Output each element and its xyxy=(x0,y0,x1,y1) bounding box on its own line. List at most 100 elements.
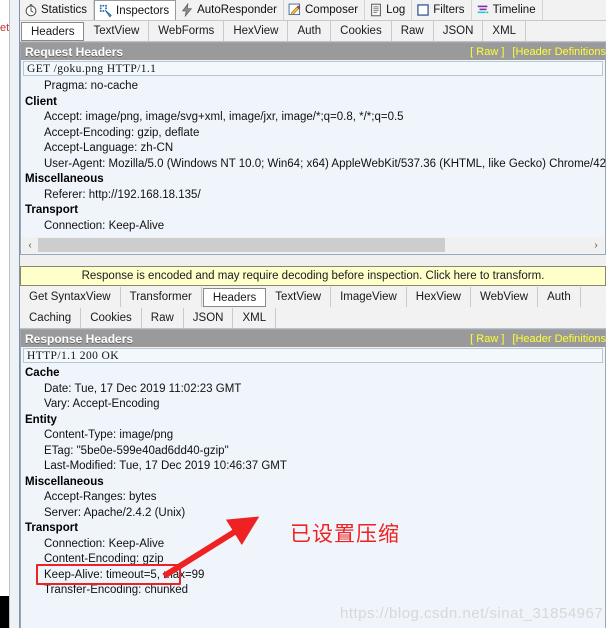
response-tab-webview[interactable]: WebView xyxy=(471,287,539,307)
response-tab-cookies[interactable]: Cookies xyxy=(81,308,142,328)
tab-label: Headers xyxy=(212,291,257,304)
header-row[interactable]: Content-Type: image/png xyxy=(25,428,605,444)
request-tab-raw[interactable]: Raw xyxy=(392,21,434,41)
request-headers-panel-wrap: Request Headers [ Raw ] [Header Definiti… xyxy=(20,42,606,255)
response-tab-textview[interactable]: TextView xyxy=(266,287,332,307)
response-inspector-tabs-row2: Caching Cookies Raw JSON XML xyxy=(20,308,606,329)
header-row[interactable]: Accept-Language: zh-CN xyxy=(25,141,605,157)
header-group-transport: Transport xyxy=(25,522,79,534)
header-row[interactable]: Connection: Keep-Alive xyxy=(25,219,605,235)
request-tab-webforms[interactable]: WebForms xyxy=(149,21,225,41)
response-headers-title-bar: Response Headers [ Raw ] [Header Definit… xyxy=(21,330,606,347)
request-tab-xml[interactable]: XML xyxy=(483,21,527,41)
toolbar-label-filters: Filters xyxy=(433,4,465,16)
header-row-content-encoding[interactable]: Content-Encoding: gzip xyxy=(25,552,605,568)
response-tab-caching[interactable]: Caching xyxy=(20,308,82,328)
request-tab-cookies[interactable]: Cookies xyxy=(331,21,392,41)
response-tab-imageview[interactable]: ImageView xyxy=(331,287,407,307)
request-headers-title-bar: Request Headers [ Raw ] [Header Definiti… xyxy=(21,43,606,60)
header-row[interactable]: Last-Modified: Tue, 17 Dec 2019 10:46:37… xyxy=(25,459,605,475)
request-tab-json[interactable]: JSON xyxy=(434,21,484,41)
request-inspector-tabs: Headers TextView WebForms HexView Auth C… xyxy=(20,21,606,42)
tab-label: HexView xyxy=(415,291,461,303)
response-inspector-tabs-row1: Get SyntaxView Transformer Headers TextV… xyxy=(20,287,606,307)
request-tab-headers[interactable]: Headers xyxy=(21,22,85,41)
tab-label: Headers xyxy=(31,25,75,38)
toolbar-item-filters[interactable]: Filters xyxy=(412,0,472,20)
toolbar-label-log: Log xyxy=(386,4,406,16)
request-tab-hexview[interactable]: HexView xyxy=(224,21,289,41)
scroll-left-arrow-icon[interactable]: ‹ xyxy=(22,237,38,253)
toolbar-label-inspectors: Inspectors xyxy=(116,4,170,17)
header-row[interactable]: Server: Apache/2.4.2 (Unix) xyxy=(25,506,605,522)
toolbar-item-inspectors[interactable]: Inspectors xyxy=(94,0,177,20)
decode-notice-bar[interactable]: Response is encoded and may require deco… xyxy=(20,266,606,286)
header-row[interactable]: Transfer-Encoding: chunked xyxy=(25,583,605,599)
header-group-cache: Cache xyxy=(25,367,60,379)
response-tabs-row1-filler xyxy=(581,287,606,307)
toolbar-label-autoresponder: AutoResponder xyxy=(197,4,277,16)
header-row[interactable]: User-Agent: Mozilla/5.0 (Windows NT 10.0… xyxy=(25,157,606,173)
tab-label: JSON xyxy=(442,25,474,37)
request-tab-auth[interactable]: Auth xyxy=(288,21,332,41)
tab-label: TextView xyxy=(275,291,322,303)
header-row[interactable]: ETag: "5be0e-599e40ad6dd40-gzip" xyxy=(25,444,605,460)
toolbar-item-statistics[interactable]: Statistics xyxy=(20,0,95,20)
tab-label: Cookies xyxy=(340,25,382,37)
response-header-definitions-link[interactable]: [Header Definitions] xyxy=(512,333,606,345)
tab-label: Get SyntaxView xyxy=(29,291,111,303)
header-row[interactable]: Referer: http://192.168.18.135/ xyxy=(25,188,605,204)
tab-label: JSON xyxy=(192,312,224,324)
header-group-miscellaneous: Miscellaneous xyxy=(25,173,104,185)
response-tab-raw[interactable]: Raw xyxy=(142,308,184,328)
response-raw-link[interactable]: [ Raw ] xyxy=(470,333,504,345)
header-row[interactable]: Connection: Keep-Alive xyxy=(25,537,605,553)
toolbar-label-composer: Composer xyxy=(305,4,359,16)
request-header-definitions-link[interactable]: [Header Definitions] xyxy=(512,46,606,58)
tab-label: HexView xyxy=(233,25,279,37)
response-header-list: Cache Date: Tue, 17 Dec 2019 11:02:23 GM… xyxy=(21,363,605,599)
header-group-entity: Entity xyxy=(25,413,57,426)
response-tab-auth[interactable]: Auth xyxy=(538,287,581,307)
response-tab-json[interactable]: JSON xyxy=(184,308,234,328)
tab-label: Cookies xyxy=(90,312,132,324)
toolbar-item-log[interactable]: Log xyxy=(365,0,413,20)
response-tab-xml[interactable]: XML xyxy=(233,308,277,328)
request-tab-textview[interactable]: TextView xyxy=(84,21,150,41)
request-horizontal-scrollbar[interactable]: ‹ › xyxy=(22,237,604,253)
toolbar-label-statistics: Statistics xyxy=(41,4,88,16)
tab-label: WebView xyxy=(479,291,529,303)
header-row[interactable]: Pragma: no-cache xyxy=(25,79,605,95)
scroll-thumb[interactable] xyxy=(38,238,445,252)
response-status-line: HTTP/1.1 200 OK xyxy=(23,348,603,363)
response-headers-title: Response Headers xyxy=(25,331,134,346)
toolbar-item-composer[interactable]: Composer xyxy=(284,0,366,20)
header-row[interactable]: Date: Tue, 17 Dec 2019 11:02:23 GMT xyxy=(25,382,605,398)
main-toolbar: Statistics Inspectors AutoResponder Comp… xyxy=(20,0,606,21)
response-tab-hexview[interactable]: HexView xyxy=(407,287,471,307)
header-row[interactable]: Keep-Alive: timeout=5, max=99 xyxy=(25,568,605,584)
toolbar-item-timeline[interactable]: Timeline xyxy=(472,0,543,20)
vertical-splitter[interactable] xyxy=(9,0,20,634)
header-group-client: Client xyxy=(25,95,57,108)
toolbar-item-autoresponder[interactable]: AutoResponder xyxy=(176,0,284,20)
log-document-icon xyxy=(369,3,383,17)
header-row[interactable]: Accept-Encoding: gzip, deflate xyxy=(25,126,605,142)
request-raw-link[interactable]: [ Raw ] xyxy=(470,46,504,58)
scroll-track[interactable] xyxy=(38,237,588,253)
scroll-right-arrow-icon[interactable]: › xyxy=(588,237,604,253)
timeline-bars-icon xyxy=(476,3,490,17)
response-tab-headers[interactable]: Headers xyxy=(202,288,267,307)
tab-label: TextView xyxy=(93,25,140,37)
request-tabs-filler xyxy=(526,21,606,41)
header-row[interactable]: Accept-Ranges: bytes xyxy=(25,490,605,506)
window-bottom-edge xyxy=(0,628,606,634)
header-row[interactable]: Vary: Accept-Encoding xyxy=(25,397,605,413)
header-row[interactable]: Accept: image/png, image/svg+xml, image/… xyxy=(25,110,605,126)
tab-label: Raw xyxy=(150,312,174,324)
response-tab-transformer[interactable]: Transformer xyxy=(121,287,202,307)
compose-pencil-icon xyxy=(288,3,302,17)
response-tab-get-syntaxview[interactable]: Get SyntaxView xyxy=(20,287,121,307)
request-header-list: Pragma: no-cache Client Accept: image/pn… xyxy=(21,76,606,235)
request-headers-title: Request Headers xyxy=(25,44,124,59)
